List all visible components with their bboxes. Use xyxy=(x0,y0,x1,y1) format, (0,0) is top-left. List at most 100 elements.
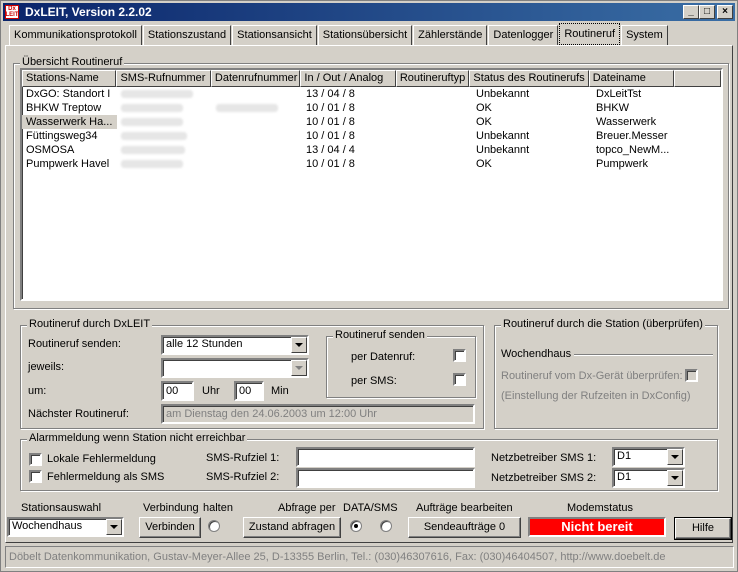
overview-title: Übersicht Routineruf xyxy=(20,56,125,68)
next-routine-label: Nächster Routineruf: xyxy=(28,408,129,420)
send-interval-select[interactable]: alle 12 Stunden xyxy=(161,335,309,355)
net-sms2-select[interactable]: D1 xyxy=(612,468,685,488)
tab-stationsansicht[interactable]: Stationsansicht xyxy=(232,25,317,45)
column-status[interactable]: Status des Routinerufs xyxy=(469,70,589,87)
column-sms-rufnummer[interactable]: SMS-Rufnummer xyxy=(116,70,211,87)
sms-error-checkbox[interactable] xyxy=(29,470,42,483)
tab-datenlogger[interactable]: Datenlogger xyxy=(488,25,559,45)
minimize-icon[interactable]: _ xyxy=(683,5,699,19)
net-sms2-value: D1 xyxy=(617,471,632,483)
tab-stationszustand[interactable]: Stationszustand xyxy=(142,25,232,45)
routine-list[interactable]: Stations-Name SMS-Rufnummer Datenrufnumm… xyxy=(20,68,723,301)
table-row[interactable]: OSMOSA 13 / 04 / 4 Unbekannt topco_NewM.… xyxy=(22,143,721,157)
send-jobs-button[interactable]: Sendeaufträge 0 xyxy=(408,517,521,538)
check-routine-label: Routineruf vom Dx-Gerät überprüfen: xyxy=(501,370,683,382)
close-icon[interactable]: × xyxy=(717,5,733,19)
window-title: DxLEIT, Version 2.2.02 xyxy=(25,5,152,19)
title-bar[interactable]: Dx LEIT DxLEIT, Version 2.2.02 _ □ × xyxy=(3,3,735,21)
station-select-value: Wochendhaus xyxy=(12,520,83,532)
column-datenrufnummer[interactable]: Datenrufnummer xyxy=(210,70,301,87)
chevron-down-icon[interactable] xyxy=(291,337,307,353)
local-error-checkbox[interactable] xyxy=(29,453,42,466)
cell-file: Wasserwerk xyxy=(596,116,657,128)
cell-io: 13 / 04 / 8 xyxy=(306,88,355,100)
query-sms-radio[interactable] xyxy=(380,520,392,532)
hold-connection-radio[interactable] xyxy=(208,520,220,532)
maximize-icon[interactable]: □ xyxy=(699,5,715,19)
cell-sms-redacted xyxy=(117,101,212,115)
sms-target2-input[interactable] xyxy=(296,468,475,488)
help-button[interactable]: Hilfe xyxy=(674,517,732,540)
routine-dxleit-title: Routineruf durch DxLEIT xyxy=(27,318,153,330)
cell-type xyxy=(398,101,472,115)
cell-sms-redacted xyxy=(117,129,212,143)
cell-type xyxy=(398,87,472,101)
hour-unit: Uhr xyxy=(202,385,220,397)
hour-input[interactable]: 00 xyxy=(161,381,194,401)
cell-data-number xyxy=(212,143,302,157)
tab-routineruf[interactable]: Routineruf xyxy=(559,23,621,45)
cell-name: OSMOSA xyxy=(26,144,75,156)
cell-name: Füttingsweg34 xyxy=(26,130,98,142)
local-error-label: Lokale Fehlermeldung xyxy=(47,453,156,465)
cell-type xyxy=(398,115,472,129)
query-state-button[interactable]: Zustand abfragen xyxy=(243,517,341,538)
data-call-checkbox[interactable] xyxy=(453,349,466,362)
table-row[interactable]: BHKW Treptow 10 / 01 / 8 OK BHKW xyxy=(22,101,721,115)
column-stations-name[interactable]: Stations-Name xyxy=(22,70,117,87)
cell-file: BHKW xyxy=(596,102,629,114)
dxconfig-hint: (Einstellung der Rufzeiten in DxConfig) xyxy=(501,390,691,402)
sms-call-checkbox[interactable] xyxy=(453,373,466,386)
chevron-down-icon[interactable] xyxy=(667,449,683,465)
check-routine-checkbox[interactable] xyxy=(685,369,698,382)
table-row[interactable]: Pumpwerk Havel 10 / 01 / 8 OK Pumpwerk xyxy=(22,157,721,171)
cell-io: 10 / 01 / 8 xyxy=(306,130,355,142)
net-sms1-value: D1 xyxy=(617,450,632,462)
cell-data-redacted xyxy=(212,101,302,115)
cell-io: 10 / 01 / 8 xyxy=(306,158,355,170)
sms-target1-label: SMS-Rufziel 1: xyxy=(206,452,280,464)
station-name-label: Wochendhaus xyxy=(501,348,575,360)
table-row-selected[interactable]: Wasserwerk Ha... 10 / 01 / 8 OK Wasserwe… xyxy=(22,115,721,129)
column-routineruftyp[interactable]: Routineruftyp xyxy=(395,70,470,87)
list-header: Stations-Name SMS-Rufnummer Datenrufnumm… xyxy=(22,70,721,87)
connect-button[interactable]: Verbinden xyxy=(139,517,201,538)
table-row[interactable]: Füttingsweg34 10 / 01 / 8 Unbekannt Breu… xyxy=(22,129,721,143)
cell-file: topco_NewM... xyxy=(596,144,670,156)
tab-zaehlerstaende[interactable]: Zählerstände xyxy=(413,25,488,45)
app-logo-icon: Dx LEIT xyxy=(5,5,19,19)
sms-call-label: per SMS: xyxy=(351,375,397,387)
minute-input[interactable]: 00 xyxy=(234,381,264,401)
tab-stationsuebersicht[interactable]: Stationsübersicht xyxy=(317,25,413,45)
cell-io: 10 / 01 / 8 xyxy=(306,116,355,128)
chevron-down-icon[interactable] xyxy=(667,470,683,486)
each-label: jeweils: xyxy=(28,361,65,373)
tab-system[interactable]: System xyxy=(621,25,668,45)
table-row[interactable]: DxGO: Standort I 13 / 04 / 8 Unbekannt D… xyxy=(22,87,721,101)
cell-status: OK xyxy=(476,158,492,170)
cell-data-number xyxy=(212,115,302,129)
send-method-group: Routineruf senden xyxy=(326,329,476,398)
chevron-down-icon[interactable] xyxy=(106,519,122,535)
cell-sms-redacted xyxy=(117,115,212,129)
cell-file: Breuer.Messer xyxy=(596,130,668,142)
query-data-radio[interactable] xyxy=(350,520,362,532)
column-filler xyxy=(674,70,721,87)
cell-data-number xyxy=(212,157,302,171)
column-in-out-analog[interactable]: In / Out / Analog xyxy=(300,70,396,87)
sms-target1-input[interactable] xyxy=(296,447,475,467)
station-select[interactable]: Wochendhaus xyxy=(7,517,124,537)
chevron-down-icon[interactable] xyxy=(291,360,307,376)
send-method-title: Routineruf senden xyxy=(333,329,427,341)
sms-target2-label: SMS-Rufziel 2: xyxy=(206,471,280,483)
column-dateiname[interactable]: Dateiname xyxy=(588,70,675,87)
window-controls: _ □ × xyxy=(683,5,733,19)
tab-strip: Kommunikationsprotokoll Stationszustand … xyxy=(9,23,669,45)
net-sms1-select[interactable]: D1 xyxy=(612,447,685,467)
app-window: Dx LEIT DxLEIT, Version 2.2.02 _ □ × Kom… xyxy=(0,0,738,572)
cell-type xyxy=(398,143,472,157)
each-select[interactable] xyxy=(161,358,309,378)
tab-kommunikationsprotokoll[interactable]: Kommunikationsprotokoll xyxy=(9,25,142,45)
next-routine-field: am Dienstag den 24.06.2003 um 12:00 Uhr xyxy=(161,404,475,424)
cell-sms-redacted xyxy=(117,87,212,101)
